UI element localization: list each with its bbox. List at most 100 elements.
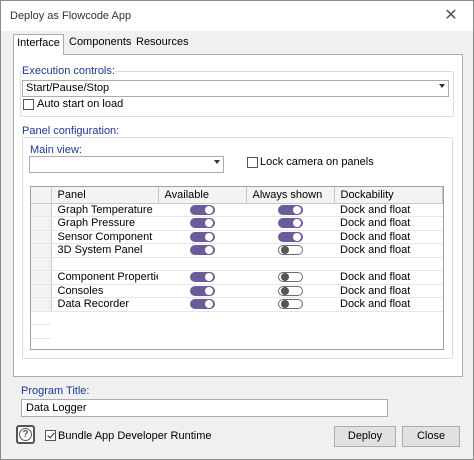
table-row[interactable]: Sensor Component Dock and float [31,230,443,244]
table-row[interactable]: Graph Pressure Dock and float [31,216,443,231]
table-row[interactable]: Graph Temperature Dock and float [31,203,443,217]
row-header[interactable] [31,257,52,271]
row-header[interactable] [31,243,52,258]
execution-controls-value: Start/Pause/Stop [26,82,110,94]
autostart-checkbox[interactable] [23,99,34,110]
row-header[interactable] [31,270,52,285]
table-row[interactable]: Consoles Dock and float [31,284,443,298]
row-header[interactable] [31,284,52,298]
program-title-input[interactable]: Data Logger [21,399,388,417]
deploy-button[interactable]: Deploy [334,426,396,447]
window-title: Deploy as Flowcode App [10,10,132,22]
toggle-knob [204,232,213,241]
program-title-value: Data Logger [26,402,87,414]
row-header[interactable] [31,216,52,231]
available-toggle[interactable] [189,285,215,296]
column-header-dockability[interactable]: Dockability [334,187,443,204]
row-header[interactable] [31,297,52,312]
empty-cell [51,311,158,325]
dockability-cell[interactable]: Dock and float [334,216,443,231]
row-header [31,311,51,325]
panel-name-cell: Graph Pressure [51,216,158,231]
empty-cell [51,325,158,339]
available-toggle[interactable] [189,245,215,256]
close-window-icon[interactable]: ✕ [429,1,473,31]
available-toggle[interactable] [189,299,215,310]
lock-camera-checkbox[interactable] [247,157,258,168]
program-title-label: Program Title: [21,385,90,397]
toggle-knob [204,286,213,295]
empty-cell [158,311,246,325]
always-shown-toggle[interactable] [277,272,303,283]
toggle-knob [292,205,301,214]
column-header-always-shown[interactable]: Always shown [246,187,335,204]
available-cell [158,203,246,217]
dockability-cell[interactable] [334,257,443,271]
panel-name-cell: 3D System Panel [51,243,158,258]
always-shown-toggle[interactable] [277,204,303,215]
always-shown-cell [246,284,334,298]
row-header[interactable] [31,203,52,217]
available-toggle[interactable] [189,204,215,215]
dockability-cell[interactable]: Dock and float [334,243,443,258]
always-shown-cell [246,216,334,231]
toggle-knob [204,300,213,309]
table-row[interactable] [31,257,443,271]
panel-configuration-label: Panel configuration: [22,125,120,137]
always-shown-toggle[interactable] [277,231,303,242]
always-shown-toggle[interactable] [277,245,303,256]
available-cell [158,243,246,258]
dockability-cell[interactable]: Dock and float [334,284,443,298]
main-view-select[interactable] [29,156,224,173]
table-row[interactable]: Component Properties Dock and float [31,270,443,285]
close-button[interactable]: Close [402,426,460,447]
column-header-panel[interactable]: Panel [51,187,159,204]
execution-controls-label: Execution controls: [22,65,115,77]
always-shown-toggle[interactable] [277,285,303,296]
empty-cell [246,311,334,325]
help-button[interactable]: ? [16,425,35,444]
tab-interface[interactable]: Interface [13,34,64,55]
toggle-knob [292,232,301,241]
always-shown-toggle[interactable] [277,218,303,229]
title-bar: Deploy as Flowcode App ✕ [1,1,473,31]
table-row[interactable]: 3D System Panel Dock and float [31,243,443,258]
tab-components[interactable]: Components [69,34,131,54]
bundle-runtime-checkbox[interactable] [45,430,56,441]
empty-cell [246,325,334,339]
table-row[interactable]: Data Recorder Dock and float [31,297,443,312]
execution-controls-select[interactable]: Start/Pause/Stop [22,80,449,97]
dockability-cell[interactable]: Dock and float [334,297,443,312]
dockability-cell[interactable]: Dock and float [334,230,443,244]
available-cell [158,270,246,285]
available-toggle[interactable] [189,272,215,283]
autostart-label: Auto start on load [37,98,124,110]
panel-grid: Panel Available Always shown Dockability… [30,186,444,350]
toggle-knob [280,286,289,295]
available-toggle[interactable] [189,218,215,229]
always-shown-cell [246,203,334,217]
column-header-available[interactable]: Available [158,187,247,204]
toggle-knob [204,219,213,228]
always-shown-cell [246,230,334,244]
available-cell [158,257,246,271]
lock-camera-label: Lock camera on panels [260,156,374,168]
help-icon: ? [19,428,32,441]
available-cell [158,230,246,244]
toggle-knob [280,300,289,309]
row-header[interactable] [31,230,52,244]
dockability-cell[interactable]: Dock and float [334,270,443,285]
panel-name-cell: Consoles [51,284,158,298]
dockability-cell[interactable]: Dock and float [334,203,443,217]
empty-cell [158,325,246,339]
row-header [31,324,51,339]
tab-resources[interactable]: Resources [136,34,189,54]
always-shown-cell [246,270,334,285]
grid-header-row: Panel Available Always shown Dockability [31,187,443,204]
always-shown-toggle[interactable] [277,299,303,310]
main-view-label: Main view: [30,144,82,156]
panel-name-cell: Component Properties [51,270,158,285]
panel-name-cell: Data Recorder [51,297,158,312]
toggle-knob [204,246,213,255]
available-toggle[interactable] [189,231,215,242]
